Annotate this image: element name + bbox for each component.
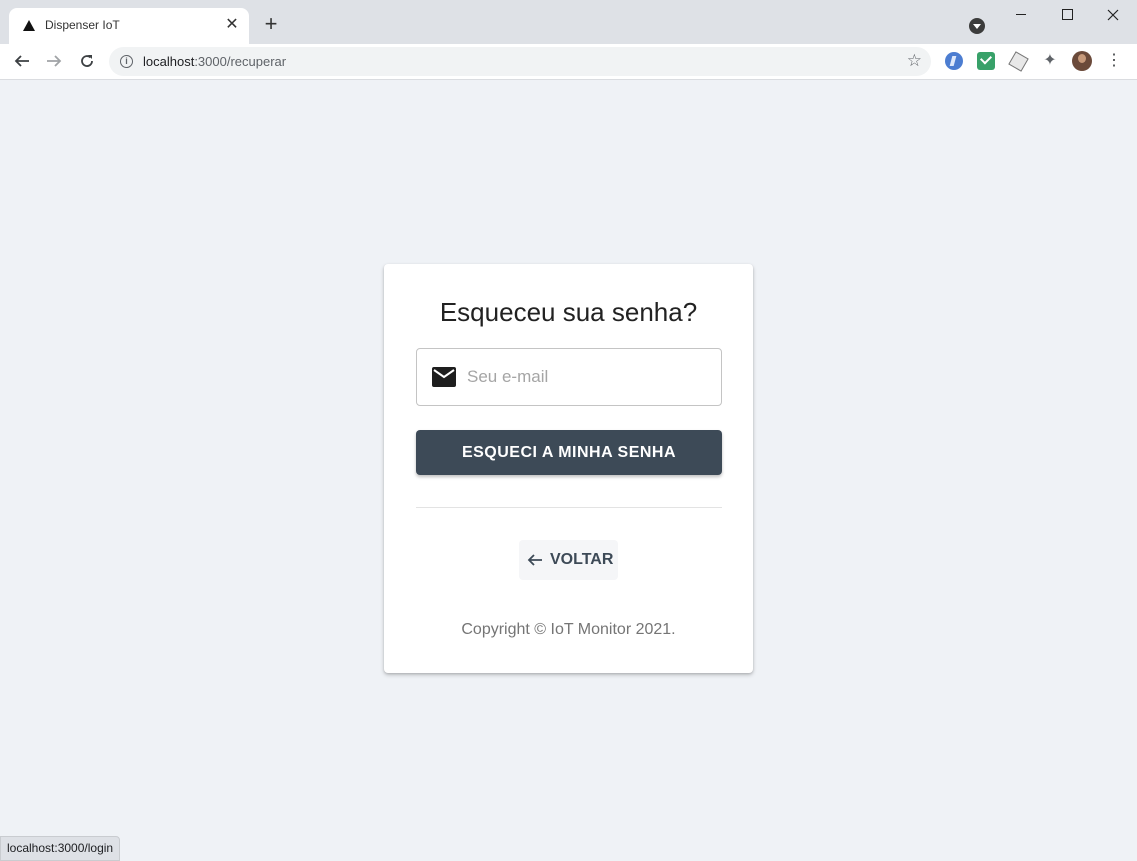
bookmark-star-icon[interactable]: ☆ [907,51,922,71]
minimize-button[interactable] [998,0,1044,30]
new-tab-button[interactable]: + [259,13,283,37]
window-close-button[interactable] [1090,0,1136,30]
extension-1-icon[interactable] [945,52,963,70]
browser-tabstrip: Dispenser IoT ✕ + [0,0,1137,44]
tab-close-button[interactable]: ✕ [221,14,243,36]
page-title: Esqueceu sua senha? [439,297,698,327]
arrow-left-icon [527,554,542,566]
tab-search-icon[interactable] [969,18,985,34]
extension-2-icon[interactable] [977,52,995,70]
address-bar[interactable]: i localhost:3000/recuperar ☆ [109,47,931,76]
tab-title: Dispenser IoT [45,18,120,32]
page-content: Esqueceu sua senha? ESQUECI A MINHA SENH… [0,80,1137,859]
email-field[interactable] [416,348,722,406]
email-input[interactable] [465,357,709,397]
browser-tab[interactable]: Dispenser IoT ✕ [9,8,249,44]
maximize-button[interactable] [1044,0,1090,30]
reload-button[interactable] [75,49,99,73]
mail-icon [432,367,456,387]
extension-3-icon[interactable] [1008,51,1029,72]
browser-toolbar: i localhost:3000/recuperar ☆ ✦ ⋮ [0,44,1137,80]
back-button-label: VOLTAR [550,551,614,568]
back-button[interactable]: VOLTAR [519,540,618,580]
status-bar-url: localhost:3000/login [0,836,121,861]
forgot-password-button[interactable]: ESQUECI A MINHA SENHA [416,430,722,475]
profile-avatar[interactable] [1072,51,1092,71]
divider [416,507,722,508]
extensions-puzzle-icon[interactable]: ✦ [1041,52,1059,70]
copyright-text: Copyright © IoT Monitor 2021. [461,621,676,638]
triangle-favicon-icon [23,20,35,31]
browser-menu-button[interactable]: ⋮ [1106,51,1122,71]
back-nav-button[interactable] [10,49,34,73]
recover-password-card: Esqueceu sua senha? ESQUECI A MINHA SENH… [384,264,753,673]
forward-nav-button[interactable] [42,49,66,73]
site-info-icon[interactable]: i [120,55,133,68]
url-text: localhost:3000/recuperar [143,54,287,69]
